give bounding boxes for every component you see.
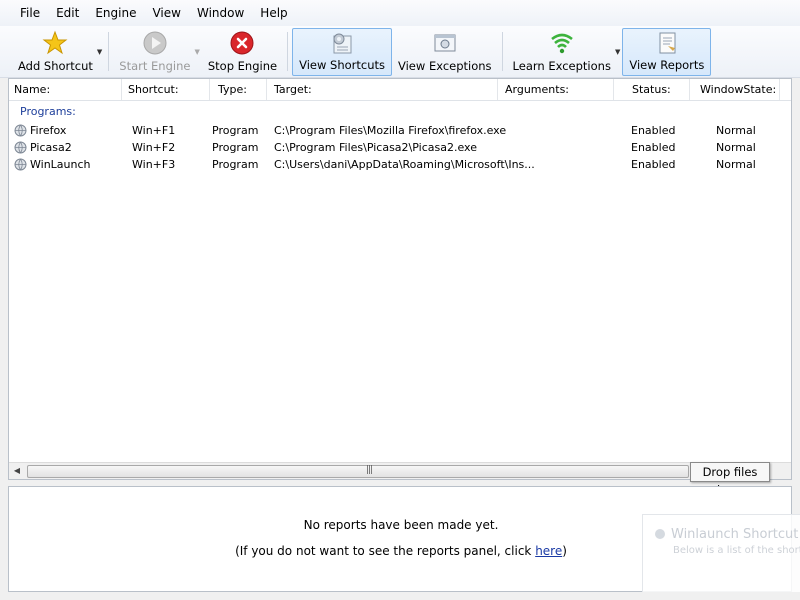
- cell-shortcut: Win+F1: [132, 124, 176, 137]
- program-icon: [14, 124, 27, 137]
- menu-view[interactable]: View: [144, 0, 188, 26]
- stop-engine-button[interactable]: Stop Engine: [202, 28, 283, 76]
- cell-status: Enabled: [631, 124, 676, 137]
- cell-type: Program: [212, 158, 259, 171]
- reports-document-icon: [653, 29, 681, 56]
- column-divider[interactable]: [497, 79, 498, 100]
- stop-engine-label: Stop Engine: [207, 59, 278, 73]
- info-icon: [655, 529, 665, 539]
- star-icon: [41, 29, 69, 57]
- column-divider[interactable]: [209, 79, 210, 100]
- grip-icon: |||: [366, 465, 373, 475]
- cell-target: C:\Program Files\Picasa2\Picasa2.exe: [274, 141, 477, 154]
- program-icon: [14, 158, 27, 171]
- column-divider[interactable]: [689, 79, 690, 100]
- column-header-status[interactable]: Status:: [632, 79, 671, 100]
- menu-engine[interactable]: Engine: [87, 0, 144, 26]
- toolbar-separator: [108, 32, 110, 71]
- group-label-programs: Programs:: [20, 105, 76, 118]
- cell-target: C:\Program Files\Mozilla Firefox\firefox…: [274, 124, 507, 137]
- signal-icon: [548, 29, 576, 57]
- menu-bar: File Edit Engine View Window Help: [0, 0, 800, 26]
- program-icon: [14, 141, 27, 154]
- cell-window-state: Normal: [716, 158, 756, 171]
- shortcuts-list[interactable]: Name: Shortcut: Type: Target: Arguments:…: [8, 78, 792, 480]
- cell-status: Enabled: [631, 141, 676, 154]
- start-engine-label: Start Engine: [119, 59, 191, 73]
- shortcuts-gear-icon: [328, 29, 356, 56]
- notification-body: Below is a list of the shortc: [673, 545, 800, 556]
- toolbar-separator: [501, 32, 503, 71]
- cell-name: Firefox: [30, 124, 67, 137]
- view-reports-label: View Reports: [629, 58, 705, 72]
- table-row[interactable]: WinLaunch Win+F3 Program C:\Users\dani\A…: [9, 156, 791, 173]
- column-divider[interactable]: [266, 79, 267, 100]
- cell-status: Enabled: [631, 158, 676, 171]
- column-header-window-state[interactable]: WindowState:: [700, 79, 776, 100]
- list-header: Name: Shortcut: Type: Target: Arguments:…: [9, 79, 791, 101]
- cell-shortcut: Win+F3: [132, 158, 176, 171]
- menu-file[interactable]: File: [12, 0, 48, 26]
- view-shortcuts-label: View Shortcuts: [299, 58, 385, 72]
- exceptions-window-icon: [431, 29, 459, 57]
- faded-notification: Winlaunch Shortcut Below is a list of th…: [642, 514, 800, 596]
- reports-hint-suffix: ): [562, 544, 567, 558]
- add-shortcut-button[interactable]: Add Shortcut: [12, 28, 99, 76]
- toolbar-separator: [287, 32, 289, 71]
- cell-type: Program: [212, 124, 259, 137]
- add-shortcut-label: Add Shortcut: [18, 59, 93, 73]
- cell-target: C:\Users\dani\AppData\Roaming\Microsoft\…: [274, 158, 535, 171]
- column-header-arguments[interactable]: Arguments:: [505, 79, 569, 100]
- column-header-target[interactable]: Target:: [274, 79, 312, 100]
- cell-name: WinLaunch: [30, 158, 91, 171]
- column-header-shortcut[interactable]: Shortcut:: [128, 79, 179, 100]
- toolbar: Add Shortcut ▼ Start Engine ▼ Stop Engin…: [0, 26, 800, 78]
- column-divider[interactable]: [121, 79, 122, 100]
- learn-exceptions-label: Learn Exceptions: [512, 59, 611, 73]
- cell-shortcut: Win+F2: [132, 141, 176, 154]
- view-exceptions-label: View Exceptions: [398, 59, 492, 73]
- menu-edit[interactable]: Edit: [48, 0, 87, 26]
- start-engine-button[interactable]: Start Engine: [113, 28, 196, 76]
- stop-icon: [228, 29, 256, 57]
- status-bar: [0, 592, 800, 600]
- table-row[interactable]: Firefox Win+F1 Program C:\Program Files\…: [9, 122, 791, 139]
- learn-exceptions-button[interactable]: Learn Exceptions: [507, 28, 617, 76]
- horizontal-scrollbar[interactable]: ◀ ||| ▶: [9, 462, 791, 479]
- menu-help[interactable]: Help: [252, 0, 295, 26]
- column-divider[interactable]: [613, 79, 614, 100]
- hide-reports-link[interactable]: here: [535, 544, 562, 558]
- scrollbar-thumb[interactable]: |||: [27, 465, 689, 478]
- scroll-left-icon[interactable]: ◀: [9, 463, 25, 479]
- cell-type: Program: [212, 141, 259, 154]
- view-shortcuts-button[interactable]: View Shortcuts: [292, 28, 392, 76]
- cell-window-state: Normal: [716, 141, 756, 154]
- table-row[interactable]: Picasa2 Win+F2 Program C:\Program Files\…: [9, 139, 791, 156]
- drop-files-tooltip: Drop files here: [690, 462, 770, 497]
- cell-name: Picasa2: [30, 141, 72, 154]
- cell-window-state: Normal: [716, 124, 756, 137]
- view-exceptions-button[interactable]: View Exceptions: [392, 28, 498, 76]
- column-divider[interactable]: [779, 79, 780, 100]
- play-icon: [141, 29, 169, 57]
- reports-hint-prefix: (If you do not want to see the reports p…: [235, 544, 536, 558]
- view-reports-button[interactable]: View Reports: [622, 28, 712, 76]
- column-header-type[interactable]: Type:: [218, 79, 247, 100]
- menu-window[interactable]: Window: [189, 0, 252, 26]
- notification-title: Winlaunch Shortcut: [671, 527, 799, 542]
- column-header-name[interactable]: Name:: [14, 79, 50, 100]
